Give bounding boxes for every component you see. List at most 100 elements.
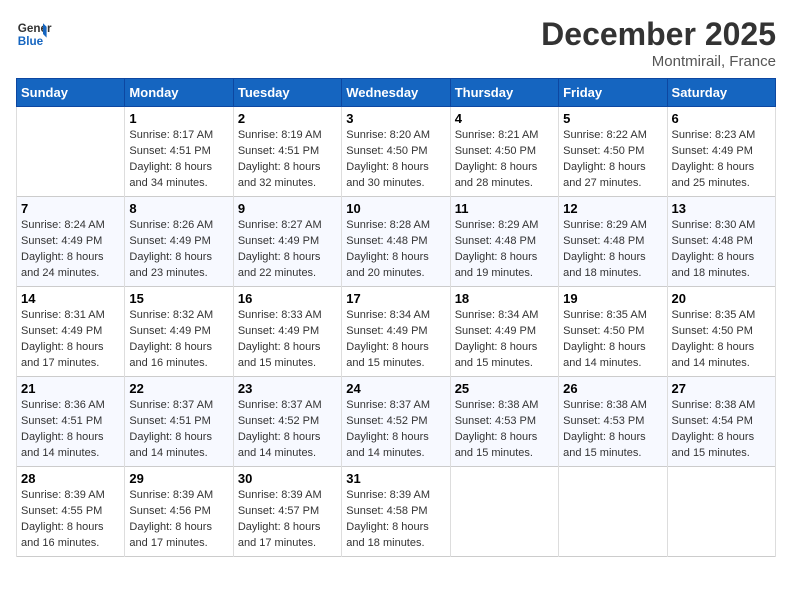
- day-info: Sunrise: 8:37 AM Sunset: 4:51 PM Dayligh…: [129, 398, 228, 462]
- day-info: Sunrise: 8:21 AM Sunset: 4:50 PM Dayligh…: [455, 128, 554, 192]
- calendar-cell: 24Sunrise: 8:37 AM Sunset: 4:52 PM Dayli…: [342, 377, 450, 467]
- day-number: 17: [346, 291, 445, 306]
- day-number: 6: [672, 111, 771, 126]
- day-number: 13: [672, 201, 771, 216]
- calendar-cell: 28 Sunrise: 8:39 AM Sunset: 4:55 PM Dayli…: [17, 467, 125, 557]
- day-number: 5: [563, 111, 662, 126]
- day-info: Sunrise: 8:37 AM Sunset: 4:52 PM Dayligh…: [346, 398, 445, 462]
- week-row-3: 14 Sunrise: 8:31 AM Sunset: 4:49 PM Dayli…: [17, 287, 776, 377]
- day-number: 30: [238, 471, 337, 486]
- calendar-cell: [17, 107, 125, 197]
- day-info: Sunrise: 8:39 AM Sunset: 4:55 PM Dayligh…: [21, 488, 120, 552]
- day-number: 20: [672, 291, 771, 306]
- calendar-cell: 3 Sunrise: 8:20 AM Sunset: 4:50 PM Daylig…: [342, 107, 450, 197]
- day-number: 26: [563, 381, 662, 396]
- calendar-cell: 9 Sunrise: 8:27 AM Sunset: 4:49 PM Daylig…: [233, 197, 341, 287]
- calendar-cell: 22 Sunrise: 8:37 AM Sunset: 4:51 PM Dayli…: [125, 377, 233, 467]
- day-info: Sunrise: 8:30 AM Sunset: 4:48 PM Dayligh…: [672, 218, 771, 282]
- calendar-table: SundayMondayTuesdayWednesdayThursdayFrid…: [16, 78, 776, 557]
- calendar-cell: 18 Sunrise: 8:34 AM Sunset: 4:49 PM Dayli…: [450, 287, 558, 377]
- location: Montmirail, France: [541, 53, 776, 70]
- day-number: 2: [238, 111, 337, 126]
- weekday-saturday: Saturday: [667, 79, 775, 107]
- logo: General Blue: [16, 16, 52, 52]
- svg-text:General: General: [18, 22, 52, 35]
- weekday-sunday: Sunday: [17, 79, 125, 107]
- week-row-1: 1 Sunrise: 8:17 AM Sunset: 4:51 PM Daylig…: [17, 107, 776, 197]
- week-row-2: 7Sunrise: 8:24 AM Sunset: 4:49 PM Daylig…: [17, 197, 776, 287]
- day-info: Sunrise: 8:27 AM Sunset: 4:49 PM Dayligh…: [238, 218, 337, 282]
- day-number: 4: [455, 111, 554, 126]
- day-number: 25: [455, 381, 554, 396]
- calendar-cell: 6 Sunrise: 8:23 AM Sunset: 4:49 PM Daylig…: [667, 107, 775, 197]
- calendar-cell: 16 Sunrise: 8:33 AM Sunset: 4:49 PM Dayli…: [233, 287, 341, 377]
- weekday-tuesday: Tuesday: [233, 79, 341, 107]
- day-number: 19: [563, 291, 662, 306]
- title-block: December 2025 Montmirail, France: [541, 16, 776, 70]
- day-number: 23: [238, 381, 337, 396]
- day-number: 3: [346, 111, 445, 126]
- day-info: Sunrise: 8:22 AM Sunset: 4:50 PM Dayligh…: [563, 128, 662, 192]
- day-info: Sunrise: 8:37 AM Sunset: 4:52 PM Dayligh…: [238, 398, 337, 462]
- day-number: 16: [238, 291, 337, 306]
- weekday-monday: Monday: [125, 79, 233, 107]
- day-number: 22: [129, 381, 228, 396]
- calendar-cell: 13 Sunrise: 8:30 AM Sunset: 4:48 PM Dayli…: [667, 197, 775, 287]
- svg-text:Blue: Blue: [18, 35, 44, 48]
- page-header: General Blue December 2025 Montmirail, F…: [16, 16, 776, 70]
- calendar-cell: 19 Sunrise: 8:35 AM Sunset: 4:50 PM Dayli…: [559, 287, 667, 377]
- calendar-cell: [450, 467, 558, 557]
- calendar-cell: 29 Sunrise: 8:39 AM Sunset: 4:56 PM Dayli…: [125, 467, 233, 557]
- day-number: 21: [21, 381, 120, 396]
- day-number: 12: [563, 201, 662, 216]
- calendar-cell: 14 Sunrise: 8:31 AM Sunset: 4:49 PM Dayli…: [17, 287, 125, 377]
- calendar-cell: 26Sunrise: 8:38 AM Sunset: 4:53 PM Dayli…: [559, 377, 667, 467]
- day-number: 29: [129, 471, 228, 486]
- calendar-cell: 27Sunrise: 8:38 AM Sunset: 4:54 PM Dayli…: [667, 377, 775, 467]
- day-info: Sunrise: 8:35 AM Sunset: 4:50 PM Dayligh…: [672, 308, 771, 372]
- day-info: Sunrise: 8:29 AM Sunset: 4:48 PM Dayligh…: [563, 218, 662, 282]
- weekday-header: SundayMondayTuesdayWednesdayThursdayFrid…: [17, 79, 776, 107]
- day-number: 9: [238, 201, 337, 216]
- day-info: Sunrise: 8:36 AM Sunset: 4:51 PM Dayligh…: [21, 398, 120, 462]
- calendar-cell: 7Sunrise: 8:24 AM Sunset: 4:49 PM Daylig…: [17, 197, 125, 287]
- calendar-body: 1 Sunrise: 8:17 AM Sunset: 4:51 PM Daylig…: [17, 107, 776, 557]
- day-info: Sunrise: 8:39 AM Sunset: 4:58 PM Dayligh…: [346, 488, 445, 552]
- calendar-cell: 8 Sunrise: 8:26 AM Sunset: 4:49 PM Daylig…: [125, 197, 233, 287]
- day-info: Sunrise: 8:19 AM Sunset: 4:51 PM Dayligh…: [238, 128, 337, 192]
- calendar-cell: 23 Sunrise: 8:37 AM Sunset: 4:52 PM Dayli…: [233, 377, 341, 467]
- calendar-cell: 10Sunrise: 8:28 AM Sunset: 4:48 PM Dayli…: [342, 197, 450, 287]
- calendar-cell: 21 Sunrise: 8:36 AM Sunset: 4:51 PM Dayli…: [17, 377, 125, 467]
- calendar-cell: [559, 467, 667, 557]
- day-number: 14: [21, 291, 120, 306]
- calendar-cell: 20 Sunrise: 8:35 AM Sunset: 4:50 PM Dayli…: [667, 287, 775, 377]
- calendar-cell: 31Sunrise: 8:39 AM Sunset: 4:58 PM Dayli…: [342, 467, 450, 557]
- day-number: 11: [455, 201, 554, 216]
- day-info: Sunrise: 8:20 AM Sunset: 4:50 PM Dayligh…: [346, 128, 445, 192]
- day-info: Sunrise: 8:35 AM Sunset: 4:50 PM Dayligh…: [563, 308, 662, 372]
- day-info: Sunrise: 8:23 AM Sunset: 4:49 PM Dayligh…: [672, 128, 771, 192]
- day-info: Sunrise: 8:32 AM Sunset: 4:49 PM Dayligh…: [129, 308, 228, 372]
- day-number: 8: [129, 201, 228, 216]
- day-info: Sunrise: 8:34 AM Sunset: 4:49 PM Dayligh…: [455, 308, 554, 372]
- day-info: Sunrise: 8:39 AM Sunset: 4:56 PM Dayligh…: [129, 488, 228, 552]
- day-number: 1: [129, 111, 228, 126]
- day-info: Sunrise: 8:31 AM Sunset: 4:49 PM Dayligh…: [21, 308, 120, 372]
- day-info: Sunrise: 8:34 AM Sunset: 4:49 PM Dayligh…: [346, 308, 445, 372]
- day-number: 18: [455, 291, 554, 306]
- logo-icon: General Blue: [16, 16, 52, 52]
- day-info: Sunrise: 8:39 AM Sunset: 4:57 PM Dayligh…: [238, 488, 337, 552]
- day-info: Sunrise: 8:38 AM Sunset: 4:53 PM Dayligh…: [455, 398, 554, 462]
- day-number: 10: [346, 201, 445, 216]
- day-info: Sunrise: 8:17 AM Sunset: 4:51 PM Dayligh…: [129, 128, 228, 192]
- calendar-cell: 1 Sunrise: 8:17 AM Sunset: 4:51 PM Daylig…: [125, 107, 233, 197]
- day-info: Sunrise: 8:33 AM Sunset: 4:49 PM Dayligh…: [238, 308, 337, 372]
- day-number: 15: [129, 291, 228, 306]
- day-info: Sunrise: 8:26 AM Sunset: 4:49 PM Dayligh…: [129, 218, 228, 282]
- day-info: Sunrise: 8:24 AM Sunset: 4:49 PM Dayligh…: [21, 218, 120, 282]
- month-title: December 2025: [541, 16, 776, 53]
- day-number: 28: [21, 471, 120, 486]
- week-row-5: 28 Sunrise: 8:39 AM Sunset: 4:55 PM Dayli…: [17, 467, 776, 557]
- calendar-cell: 12 Sunrise: 8:29 AM Sunset: 4:48 PM Dayli…: [559, 197, 667, 287]
- calendar-cell: 2 Sunrise: 8:19 AM Sunset: 4:51 PM Daylig…: [233, 107, 341, 197]
